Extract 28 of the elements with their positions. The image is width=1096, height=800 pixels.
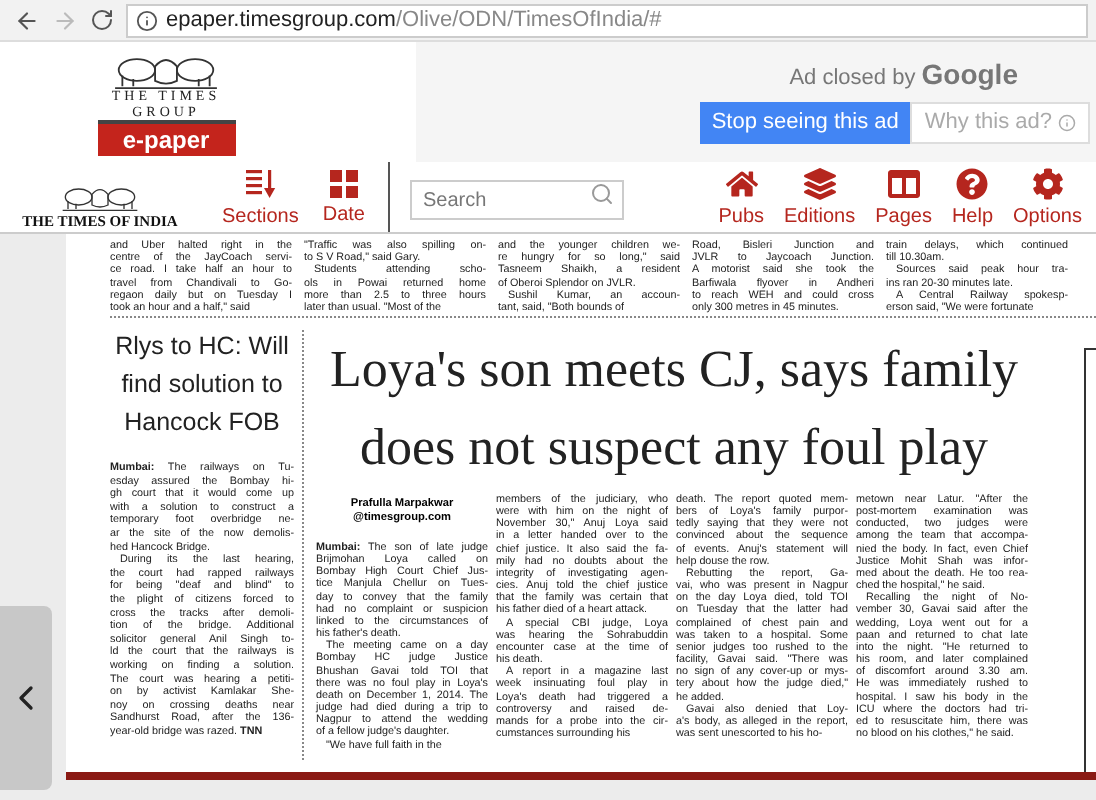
home-icon bbox=[725, 167, 758, 199]
toolbar-button[interactable]: Options bbox=[1007, 167, 1088, 227]
reload-icon[interactable] bbox=[90, 8, 114, 32]
address-bar[interactable]: epaper.timesgroup.com/Olive/ODN/TimesOfIndia/# bbox=[126, 3, 1088, 37]
stop-ad-button[interactable]: Stop seeing this ad bbox=[699, 102, 911, 144]
toolbar-button[interactable]: Pubs bbox=[712, 167, 771, 227]
grid-icon bbox=[329, 169, 358, 197]
toolbar-button[interactable]: Pages bbox=[869, 167, 938, 227]
list-sort-icon bbox=[244, 167, 277, 199]
columns-icon bbox=[887, 167, 920, 199]
headline: Loya's son meets CJ, says family does not suspect any foul play bbox=[327, 338, 1021, 480]
toolbar-button[interactable]: Sections bbox=[216, 167, 305, 227]
logo-badge: e-paper bbox=[97, 120, 235, 156]
info-icon bbox=[136, 9, 158, 31]
toolbar-button[interactable]: Date bbox=[316, 169, 371, 225]
back-icon[interactable] bbox=[14, 7, 40, 33]
help-icon bbox=[956, 167, 989, 199]
toolbar-button[interactable]: Editions bbox=[778, 167, 862, 227]
settings-icon bbox=[1031, 167, 1064, 199]
toolbar-button[interactable]: Help bbox=[945, 167, 1000, 227]
search-field[interactable]: Search bbox=[410, 180, 625, 220]
ad-notice: Ad closed by Google bbox=[789, 56, 1018, 94]
info-icon bbox=[1058, 114, 1076, 132]
search-icon bbox=[590, 181, 615, 205]
headline: Rlys to HC: Will find solution to Hancock FOB bbox=[113, 330, 291, 440]
emblem-drawing bbox=[60, 182, 140, 212]
url-text: epaper.timesgroup.com/Olive/ODN/TimesOfIndia/# bbox=[166, 5, 662, 36]
layers-icon bbox=[803, 167, 836, 199]
